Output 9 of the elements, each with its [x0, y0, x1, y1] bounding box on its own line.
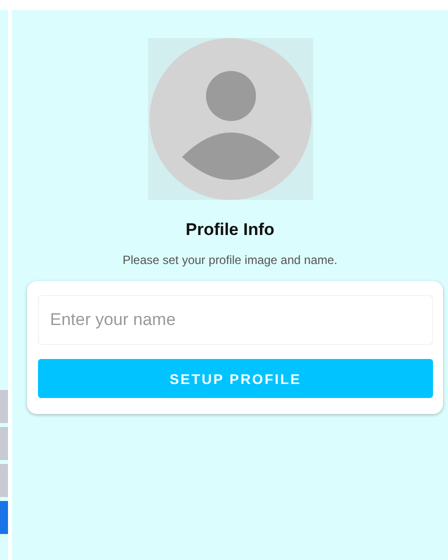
avatar-icon[interactable]	[148, 38, 312, 200]
profile-subtitle: Please set your profile image and name.	[122, 253, 338, 267]
side-tab[interactable]	[0, 501, 8, 534]
setup-profile-button[interactable]: SETUP PROFILE	[38, 359, 433, 398]
name-input-field[interactable]: Enter your name	[38, 295, 433, 345]
side-tab[interactable]	[0, 464, 8, 497]
side-tab[interactable]	[0, 390, 8, 423]
side-tab[interactable]	[0, 427, 8, 460]
profile-title: Profile Info	[186, 220, 274, 240]
